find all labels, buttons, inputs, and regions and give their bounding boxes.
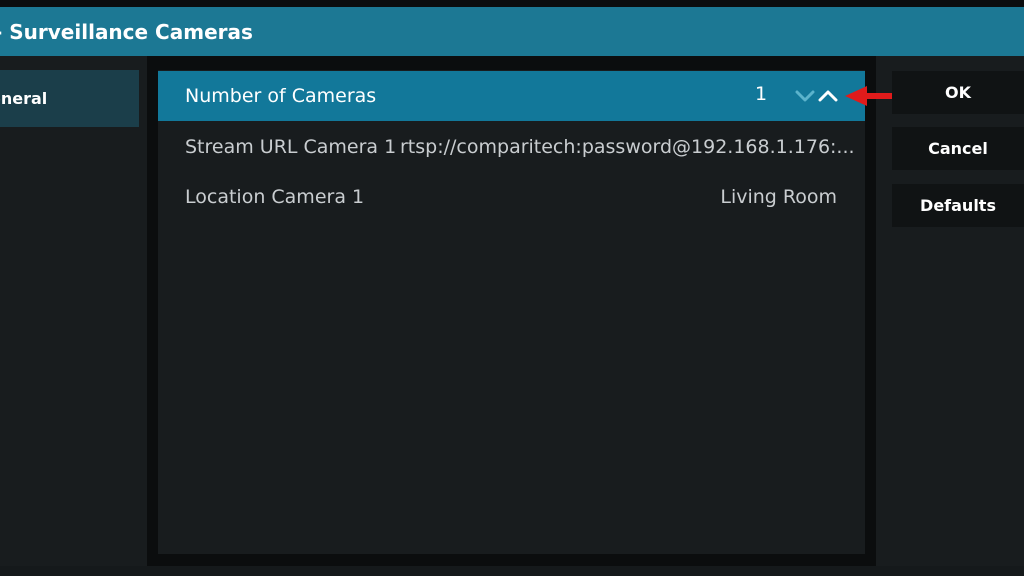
setting-value: Living Room — [720, 186, 837, 208]
bottom-strip — [0, 566, 1024, 576]
defaults-button[interactable]: Defaults — [892, 184, 1024, 227]
ok-button[interactable]: OK — [892, 71, 1024, 114]
chevron-up-icon[interactable] — [817, 71, 839, 121]
setting-label: Stream URL Camera 1 — [185, 136, 397, 158]
dialog-titlebar: - Surveillance Cameras — [0, 7, 1024, 56]
setting-location-camera-1[interactable]: Location Camera 1 Living Room — [158, 172, 865, 222]
setting-label: Number of Cameras — [185, 85, 377, 107]
dialog-title: - Surveillance Cameras — [0, 19, 253, 44]
setting-number-of-cameras[interactable]: Number of Cameras 1 — [158, 71, 865, 121]
setting-stream-url-camera-1[interactable]: Stream URL Camera 1 rtsp://comparitech:p… — [158, 122, 865, 172]
setting-value: 1 — [755, 83, 768, 105]
chevron-down-icon[interactable] — [794, 71, 816, 121]
category-panel — [0, 56, 147, 566]
category-general[interactable]: eneral — [0, 70, 139, 127]
cancel-button[interactable]: Cancel — [892, 127, 1024, 170]
setting-value: rtsp://comparitech:password@192.168.1.17… — [400, 136, 855, 158]
category-label: eneral — [0, 89, 48, 108]
setting-label: Location Camera 1 — [185, 186, 365, 208]
